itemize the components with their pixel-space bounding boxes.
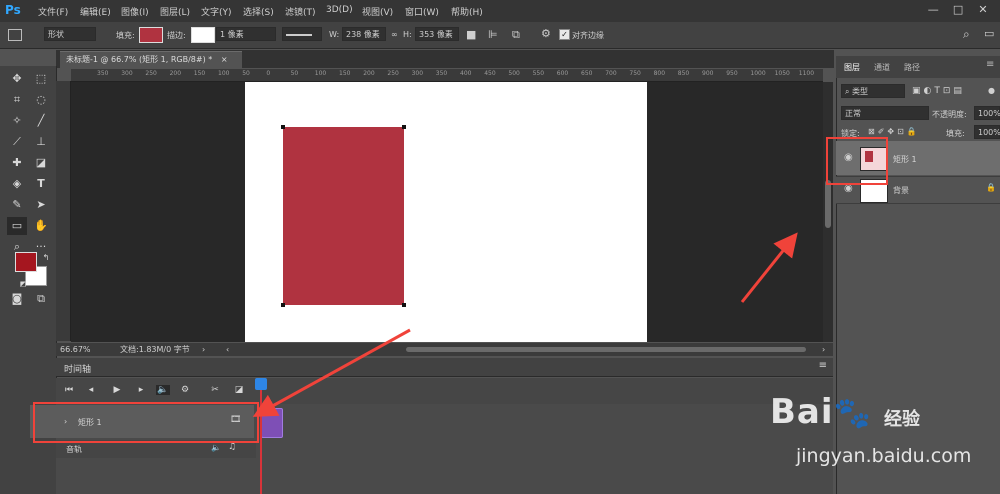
watermark-brand: Bai [770,392,834,432]
watermark-url: jingyan.baidu.com [796,445,972,467]
paw-icon: 🐾 [833,396,872,431]
watermark-logo: Bai🐾 [770,392,872,432]
watermark-brand-cn: 经验 [884,409,920,430]
annotation-arrow [252,328,411,417]
annotation-arrow [740,232,798,303]
